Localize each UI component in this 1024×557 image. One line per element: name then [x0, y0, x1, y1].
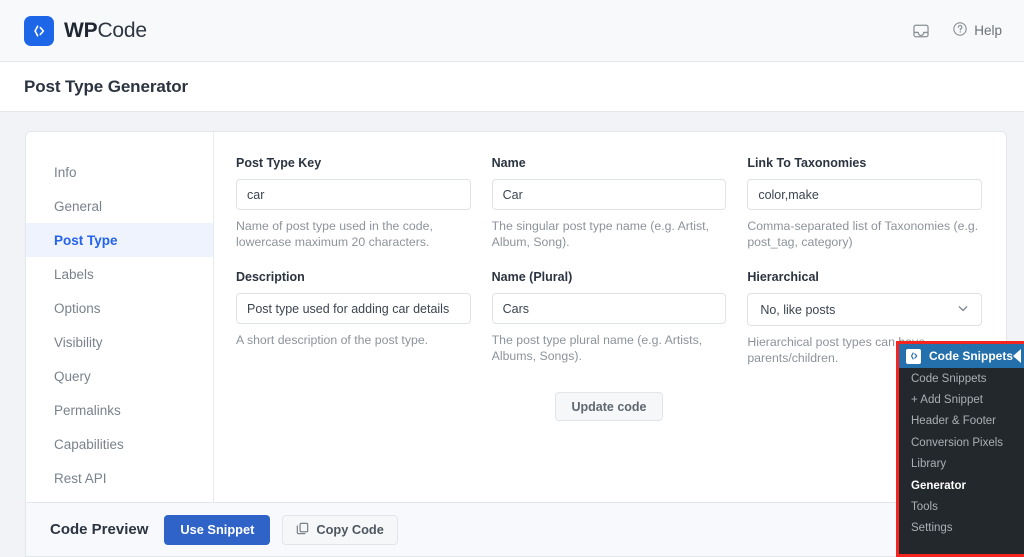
chevron-down-icon — [957, 302, 969, 317]
wp-submenu-item-label: Settings — [911, 522, 953, 535]
link-to-taxonomies-hint: Comma-separated list of Taxonomies (e.g.… — [747, 219, 979, 249]
sidebar-item-visibility[interactable]: Visibility — [26, 325, 213, 359]
wp-submenu-item-generator[interactable]: Generator — [899, 475, 1024, 496]
field-post-type-key: Post Type Key Name of post type used in … — [236, 156, 471, 250]
sidebar-item-labels[interactable]: Labels — [26, 257, 213, 291]
generator-card: Info General Post Type Labels Options Visibil… — [25, 131, 1007, 503]
name-plural-input[interactable] — [491, 293, 727, 324]
field-name: Name The singular post type name (e.g. A… — [491, 156, 727, 250]
field-description: Description A short description of the p… — [236, 270, 471, 366]
hierarchical-select[interactable]: No, like posts — [747, 293, 982, 326]
name-input[interactable] — [491, 179, 727, 210]
post-type-key-label: Post Type Key — [236, 156, 322, 170]
help-link[interactable]: Help — [952, 21, 1002, 40]
page-title: Post Type Generator — [24, 76, 189, 96]
sidebar-item-post-type[interactable]: Post Type — [26, 223, 213, 257]
hierarchical-label: Hierarchical — [747, 270, 819, 284]
post-type-key-input[interactable] — [236, 179, 471, 210]
use-snippet-button[interactable]: Use Snippet — [164, 514, 271, 545]
wp-submenu-item-label: Tools — [911, 501, 938, 514]
sidebar-item-query[interactable]: Query — [26, 359, 213, 393]
sidebar-item-rest-api[interactable]: Rest API — [26, 461, 213, 495]
wp-submenu-item-header-footer[interactable]: Header & Footer — [899, 411, 1024, 432]
generator-form: Post Type Key Name of post type used in … — [214, 132, 1006, 502]
wp-submenu-item-settings[interactable]: Settings — [899, 518, 1024, 539]
sidebar-item-label: Query — [54, 368, 91, 384]
code-slash-icon — [906, 348, 921, 364]
field-name-plural: Name (Plural) The post type plural name … — [491, 270, 727, 366]
inbox-icon[interactable] — [912, 22, 930, 40]
wp-submenu-item-label: Library — [911, 458, 947, 471]
form-grid: Post Type Key Name of post type used in … — [236, 156, 982, 386]
generator-sidebar: Info General Post Type Labels Options Visibil… — [26, 132, 214, 502]
sidebar-item-label: General — [54, 198, 103, 214]
help-label: Help — [974, 23, 1002, 38]
name-plural-hint: The post type plural name (e.g. Artists,… — [491, 333, 703, 363]
page-title-bar: Post Type Generator — [0, 62, 1024, 112]
wp-submenu-item-conversion-pixels[interactable]: Conversion Pixels — [899, 432, 1024, 453]
header-actions: Help — [912, 21, 1002, 40]
arrow-left-icon — [1013, 349, 1021, 363]
wp-admin-submenu: Code Snippets Code Snippets + Add Snippet… — [896, 341, 1024, 557]
wp-submenu-item-label: Conversion Pixels — [911, 436, 1004, 449]
sidebar-item-label: Info — [54, 164, 77, 180]
wp-submenu-item-label: Header & Footer — [911, 415, 997, 428]
copy-code-label: Copy Code — [316, 522, 384, 537]
post-type-key-hint: Name of post type used in the code, lowe… — [236, 219, 433, 249]
brand-wordmark-light: Code — [97, 18, 147, 42]
sidebar-item-label: Capabilities — [54, 436, 124, 452]
sidebar-item-capabilities[interactable]: Capabilities — [26, 427, 213, 461]
name-label: Name — [491, 156, 526, 170]
sidebar-item-label: Labels — [54, 266, 94, 282]
description-input[interactable] — [236, 293, 471, 324]
sidebar-item-label: Permalinks — [54, 402, 121, 418]
update-code-button[interactable]: Update code — [555, 392, 663, 421]
sidebar-item-label: Visibility — [54, 334, 103, 350]
wp-submenu-items: Code Snippets + Add Snippet Header & Foote… — [899, 368, 1024, 539]
wp-submenu-header-label: Code Snippets — [929, 349, 1014, 363]
brand-wordmark: WPCode — [64, 19, 147, 43]
code-preview-title: Code Preview — [50, 521, 149, 538]
question-circle-icon — [952, 21, 968, 40]
brand-logo[interactable]: WPCode — [24, 15, 147, 46]
wp-submenu-item-add-snippet[interactable]: + Add Snippet — [899, 389, 1024, 410]
copy-code-button[interactable]: Copy Code — [282, 514, 398, 545]
link-to-taxonomies-input[interactable] — [747, 179, 982, 210]
sidebar-item-info[interactable]: Info — [26, 155, 213, 189]
name-plural-label: Name (Plural) — [491, 270, 573, 284]
copy-icon — [296, 522, 309, 538]
wp-submenu-header[interactable]: Code Snippets — [899, 344, 1024, 368]
code-preview-bar: Code Preview Use Snippet Copy Code — [25, 503, 1007, 557]
wp-submenu-item-label: Generator — [911, 479, 966, 492]
update-code-row: Update code — [236, 392, 982, 421]
app-header: WPCode Help — [0, 0, 1024, 62]
link-to-taxonomies-label: Link To Taxonomies — [747, 156, 867, 170]
wp-submenu-item-tools[interactable]: Tools — [899, 496, 1024, 517]
sidebar-item-label: Rest API — [54, 470, 107, 486]
sidebar-item-permalinks[interactable]: Permalinks — [26, 393, 213, 427]
hierarchical-select-value: No, like posts — [760, 302, 836, 317]
description-hint: A short description of the post type. — [236, 333, 429, 347]
sidebar-item-label: Post Type — [54, 232, 118, 248]
sidebar-item-general[interactable]: General — [26, 189, 213, 223]
field-link-to-taxonomies: Link To Taxonomies Comma-separated list … — [747, 156, 982, 250]
code-slash-icon — [24, 15, 54, 46]
brand-wordmark-bold: WP — [64, 18, 98, 42]
name-hint: The singular post type name (e.g. Artist… — [491, 219, 710, 249]
wp-submenu-item-library[interactable]: Library — [899, 454, 1024, 475]
wp-submenu-item-label: + Add Snippet — [911, 394, 983, 407]
description-label: Description — [236, 270, 305, 284]
wp-submenu-item-code-snippets[interactable]: Code Snippets — [899, 368, 1024, 389]
sidebar-item-label: Options — [54, 300, 101, 316]
wp-submenu-item-label: Code Snippets — [911, 372, 987, 385]
sidebar-item-options[interactable]: Options — [26, 291, 213, 325]
